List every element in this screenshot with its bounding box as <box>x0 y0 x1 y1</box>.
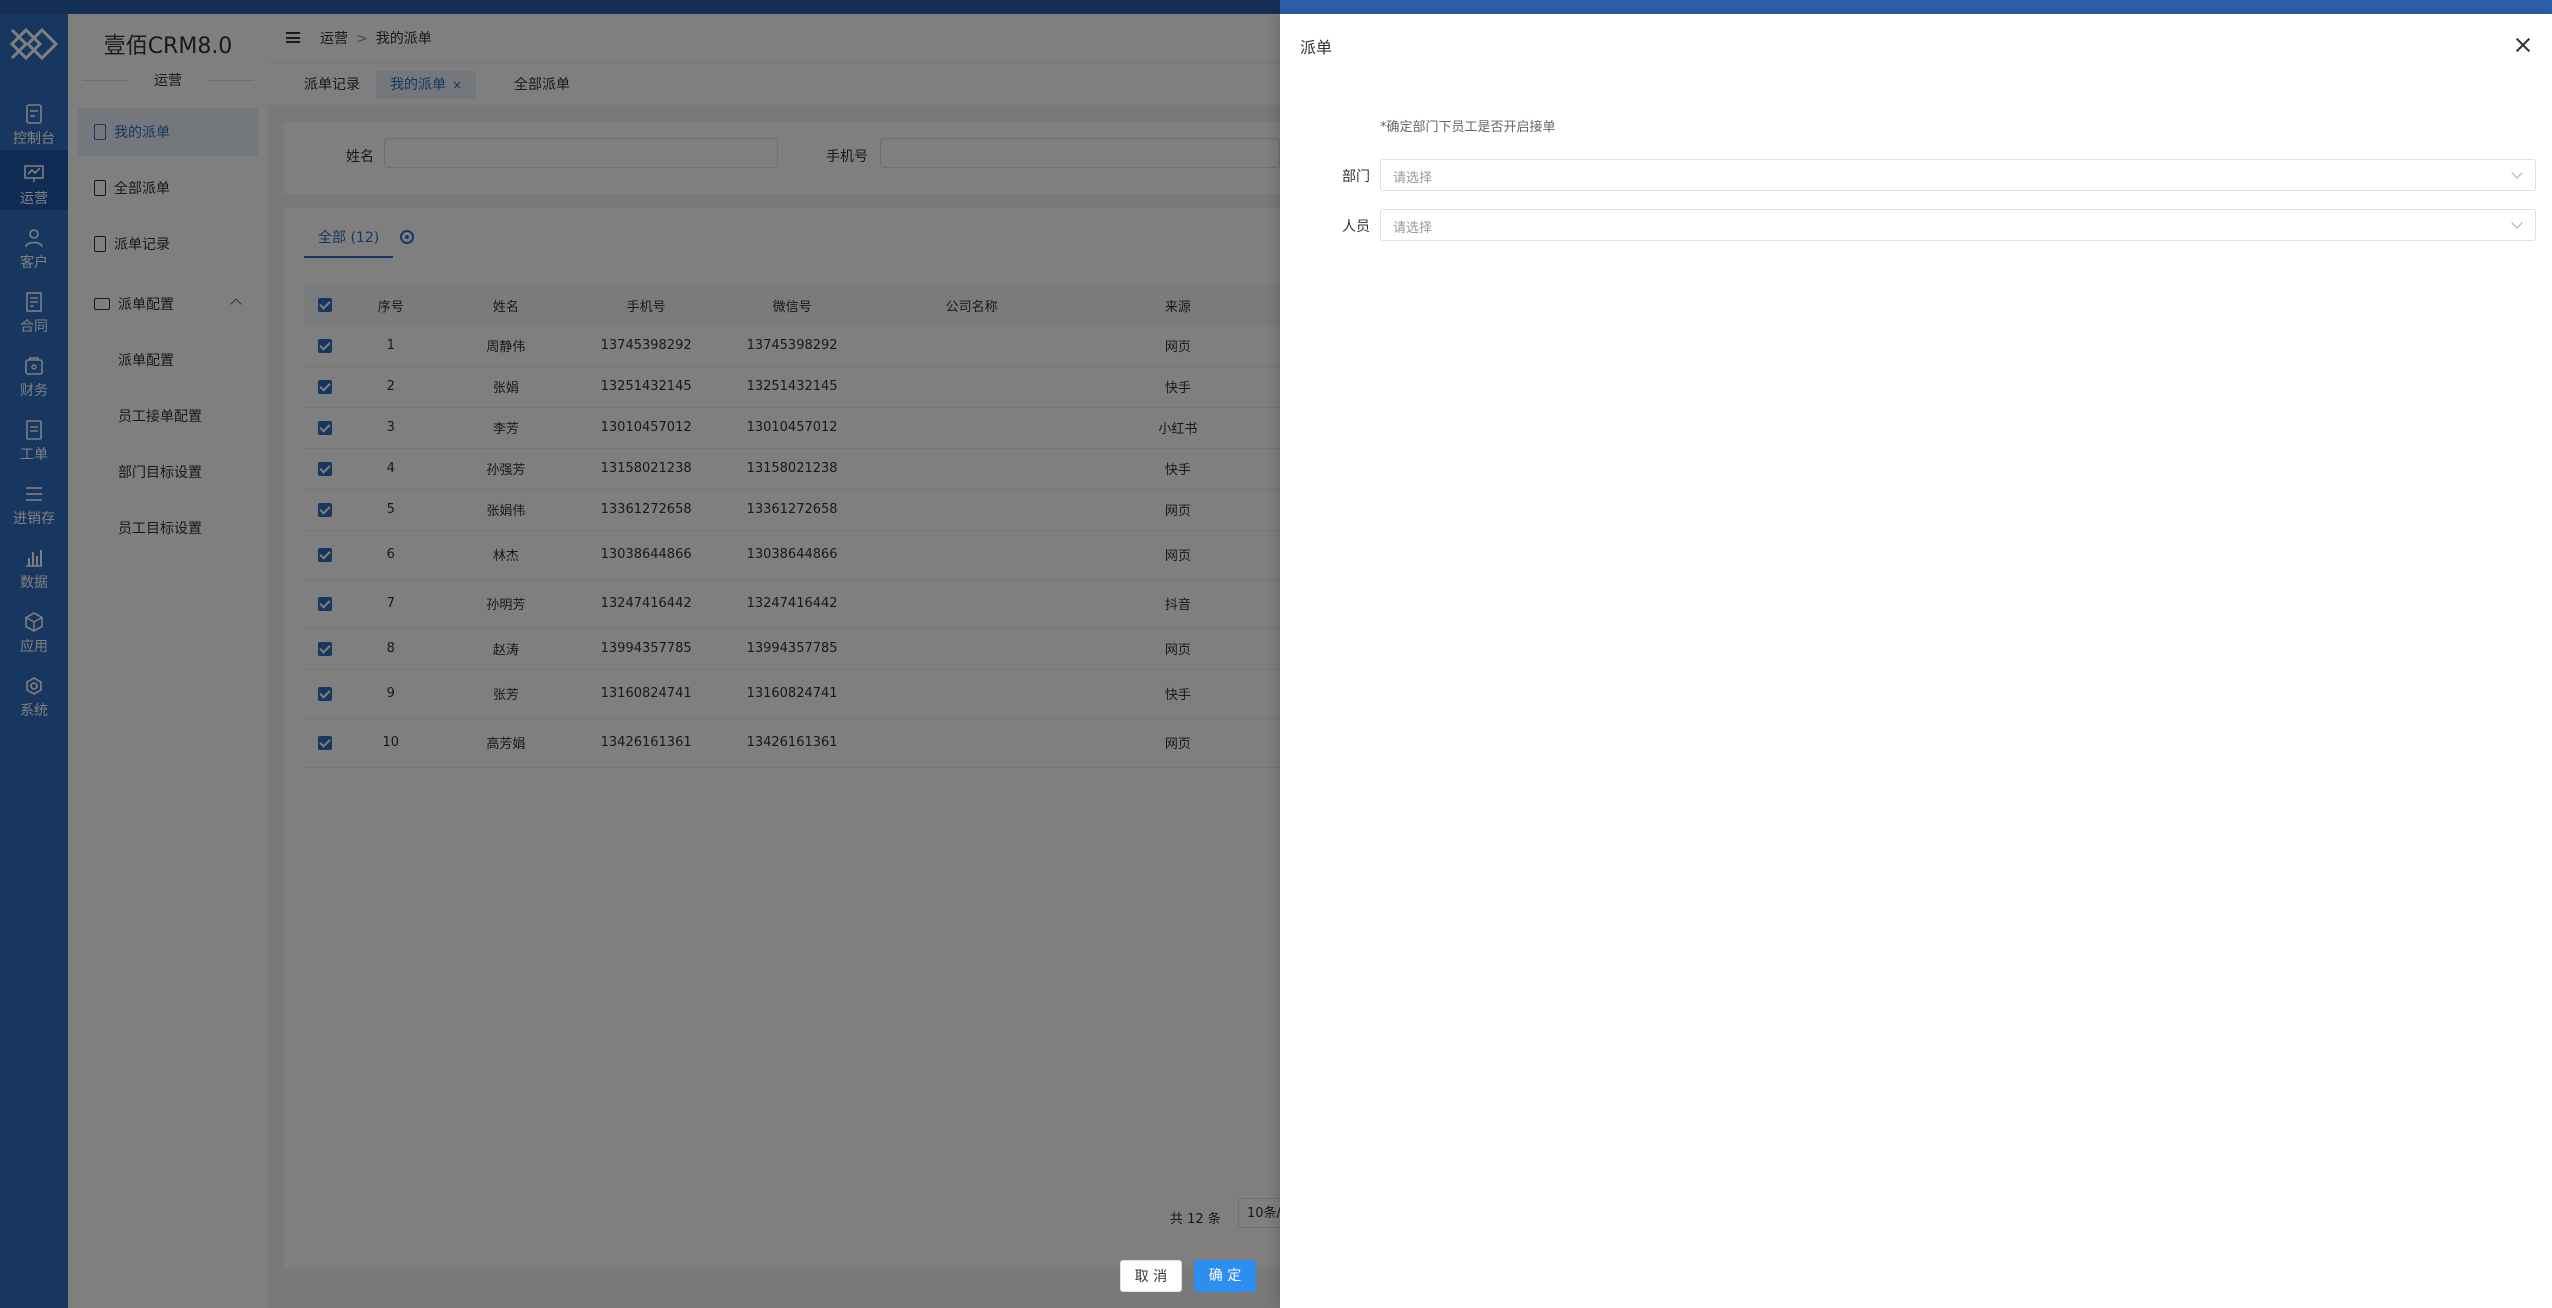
staff-select[interactable]: 请选择 <box>1380 209 2536 241</box>
drawer-note: *确定部门下员工是否开启接单 <box>1380 120 1556 135</box>
select-placeholder: 请选择 <box>1393 171 1433 186</box>
dispatch-drawer: 派单 *确定部门下员工是否开启接单 部门 请选择 人员 请选择 <box>1280 14 2552 1308</box>
drawer-title: 派单 <box>1300 38 1333 57</box>
department-select[interactable]: 请选择 <box>1380 159 2536 191</box>
select-placeholder: 请选择 <box>1393 221 1433 236</box>
modal-overlay[interactable] <box>0 0 1280 1308</box>
chevron-down-icon <box>2511 167 2523 179</box>
chevron-down-icon <box>2511 217 2523 229</box>
cancel-button[interactable]: 取 消 <box>1120 1260 1182 1292</box>
confirm-button[interactable]: 确 定 <box>1194 1260 1256 1292</box>
close-icon[interactable] <box>2514 36 2532 54</box>
department-label: 部门 <box>1342 169 1370 185</box>
staff-label: 人员 <box>1342 219 1370 235</box>
